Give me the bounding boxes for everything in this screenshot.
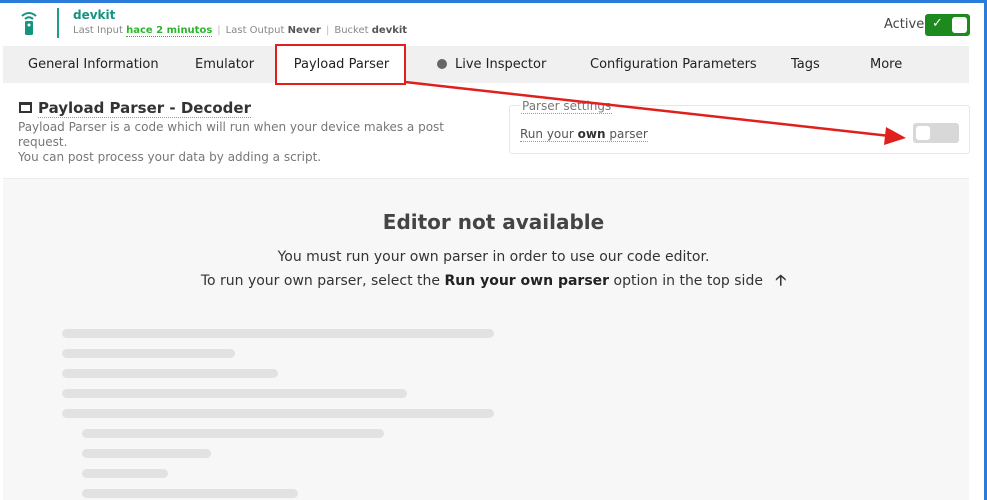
- annotation-arrow: [404, 80, 906, 145]
